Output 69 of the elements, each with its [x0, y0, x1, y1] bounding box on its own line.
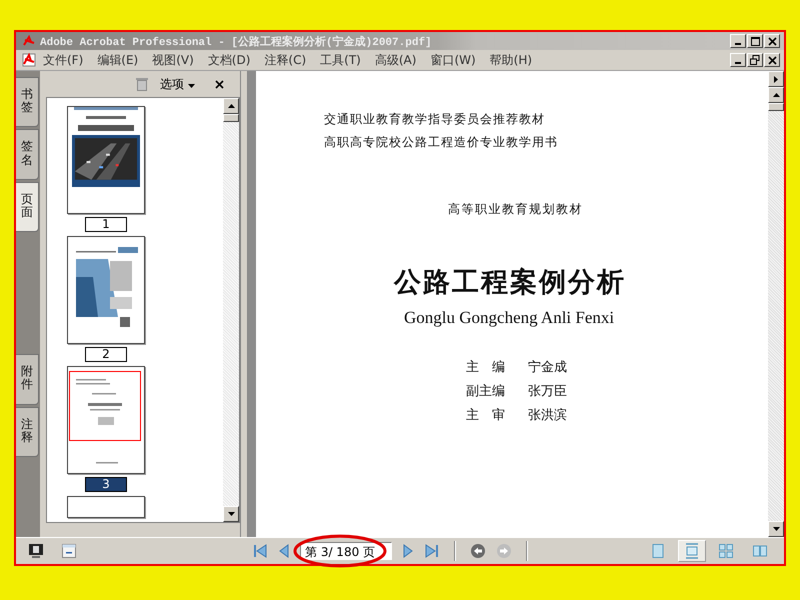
restore-icon: [750, 55, 760, 65]
series-title: 高等职业教育规划教材: [448, 201, 584, 218]
scroll-thumb[interactable]: [223, 114, 239, 122]
window-icon[interactable]: [62, 544, 76, 558]
maximize-button[interactable]: [747, 34, 763, 48]
side-tab[interactable]: 附件: [16, 354, 39, 405]
monitor-icon[interactable]: [28, 543, 44, 559]
text-line: 交通职业教育教学指导委员会推荐教材: [324, 111, 546, 128]
continuous-page-icon: [684, 543, 700, 559]
two-pages-icon: [752, 543, 768, 559]
grid-icon: [718, 543, 734, 559]
book-subtitle: Gonglu Gongcheng Anli Fenxi: [404, 308, 616, 328]
first-page-button[interactable]: [252, 543, 268, 559]
right-arrow-icon[interactable]: [774, 76, 778, 82]
up-arrow-icon[interactable]: [228, 104, 234, 108]
side-tab[interactable]: 页面: [16, 182, 39, 232]
previous-page-button[interactable]: [278, 543, 290, 559]
credit-name: 张洪滨: [528, 407, 567, 424]
page-number: 1: [85, 217, 127, 232]
close-button[interactable]: [764, 53, 780, 67]
credit-role: 副主编: [466, 383, 506, 400]
close-button[interactable]: [764, 34, 780, 48]
side-tab[interactable]: 书签: [16, 77, 39, 128]
window-title: Adobe Acrobat Professional - [公路工程案例分析(宁金成)2007.pdf]: [40, 34, 432, 48]
credit-name: 张万臣: [528, 383, 567, 400]
scrollbar[interactable]: [768, 71, 784, 537]
menu-item[interactable]: 编辑(E): [90, 52, 146, 68]
maximize-icon: [750, 36, 760, 46]
pdf-icon: [22, 35, 36, 47]
book-title: 公路工程案例分析: [394, 266, 627, 300]
menu-item[interactable]: 高级(A): [368, 52, 424, 68]
view-area-frame[interactable]: [69, 371, 141, 441]
menu-item[interactable]: 注释(C): [257, 52, 314, 68]
last-page-button[interactable]: [424, 543, 440, 559]
menu-item[interactable]: 工具(T): [313, 52, 368, 68]
menu-item[interactable]: 文档(D): [200, 52, 258, 68]
credit-name: 宁金成: [528, 359, 567, 376]
page-number: 3: [85, 477, 127, 492]
page-thumbnail[interactable]: [67, 496, 145, 518]
menu-item[interactable]: 窗口(W): [423, 52, 483, 68]
page-number-field[interactable]: 第 3/ 180 页: [300, 542, 392, 560]
page-number: 2: [85, 347, 127, 362]
credit-role: 主 编: [466, 359, 506, 376]
minimize-button[interactable]: [730, 34, 746, 48]
scroll-thumb[interactable]: [768, 103, 784, 111]
side-tab[interactable]: 签名: [16, 129, 39, 180]
side-tab[interactable]: 注释: [16, 406, 39, 457]
previous-view-button[interactable]: [470, 543, 486, 559]
scrollbar[interactable]: [223, 98, 239, 522]
text-line: 高职高专院校公路工程造价专业教学用书: [324, 134, 559, 151]
page-thumbnail[interactable]: [67, 106, 145, 214]
credit-role: 主 审: [466, 407, 506, 424]
down-arrow-icon[interactable]: [228, 512, 234, 516]
options-button[interactable]: 选项: [156, 76, 199, 92]
caret-icon: [188, 84, 195, 88]
next-page-button[interactable]: [402, 543, 414, 559]
close-icon: [768, 36, 776, 46]
pdf-icon: [22, 53, 36, 67]
menu-item[interactable]: 帮助(H): [482, 52, 540, 68]
menu-item[interactable]: 文件(F): [36, 52, 90, 68]
close-button[interactable]: [213, 78, 226, 90]
up-arrow-icon[interactable]: [772, 93, 780, 97]
down-arrow-icon[interactable]: [772, 527, 780, 531]
continuous-layout-button[interactable]: [678, 540, 706, 562]
single-page-icon: [650, 543, 666, 559]
minimize-button[interactable]: [730, 53, 746, 67]
close-icon: [768, 56, 776, 64]
restore-button[interactable]: [747, 53, 763, 67]
menu-item[interactable]: 视图(V): [145, 52, 201, 68]
